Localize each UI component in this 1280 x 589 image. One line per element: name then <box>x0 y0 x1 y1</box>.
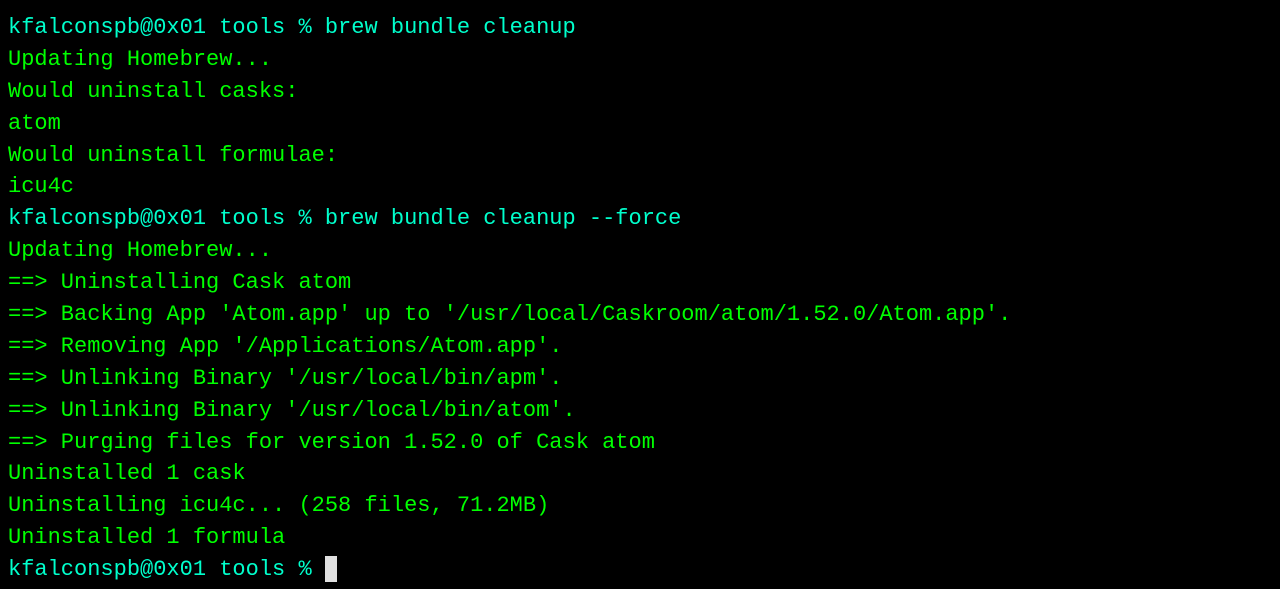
terminal-window: kfalconspb@0x01 tools % brew bundle clea… <box>8 12 1272 586</box>
terminal-line: kfalconspb@0x01 tools % brew bundle clea… <box>8 12 1272 44</box>
terminal-line: icu4c <box>8 171 1272 203</box>
terminal-line: Uninstalled 1 cask <box>8 458 1272 490</box>
terminal-line: Updating Homebrew... <box>8 235 1272 267</box>
terminal-line: ==> Removing App '/Applications/Atom.app… <box>8 331 1272 363</box>
terminal-line: Uninstalled 1 formula <box>8 522 1272 554</box>
terminal-line: ==> Uninstalling Cask atom <box>8 267 1272 299</box>
terminal-line: atom <box>8 108 1272 140</box>
terminal-line: kfalconspb@0x01 tools % brew bundle clea… <box>8 203 1272 235</box>
terminal-line: ==> Unlinking Binary '/usr/local/bin/ato… <box>8 395 1272 427</box>
terminal-line: ==> Purging files for version 1.52.0 of … <box>8 427 1272 459</box>
terminal-cursor <box>325 556 337 582</box>
terminal-line: ==> Unlinking Binary '/usr/local/bin/apm… <box>8 363 1272 395</box>
terminal-line: ==> Backing App 'Atom.app' up to '/usr/l… <box>8 299 1272 331</box>
terminal-line: Updating Homebrew... <box>8 44 1272 76</box>
terminal-line: Would uninstall casks: <box>8 76 1272 108</box>
terminal-line: Uninstalling icu4c... (258 files, 71.2MB… <box>8 490 1272 522</box>
terminal-line: Would uninstall formulae: <box>8 140 1272 172</box>
terminal-line: kfalconspb@0x01 tools % <box>8 554 1272 586</box>
